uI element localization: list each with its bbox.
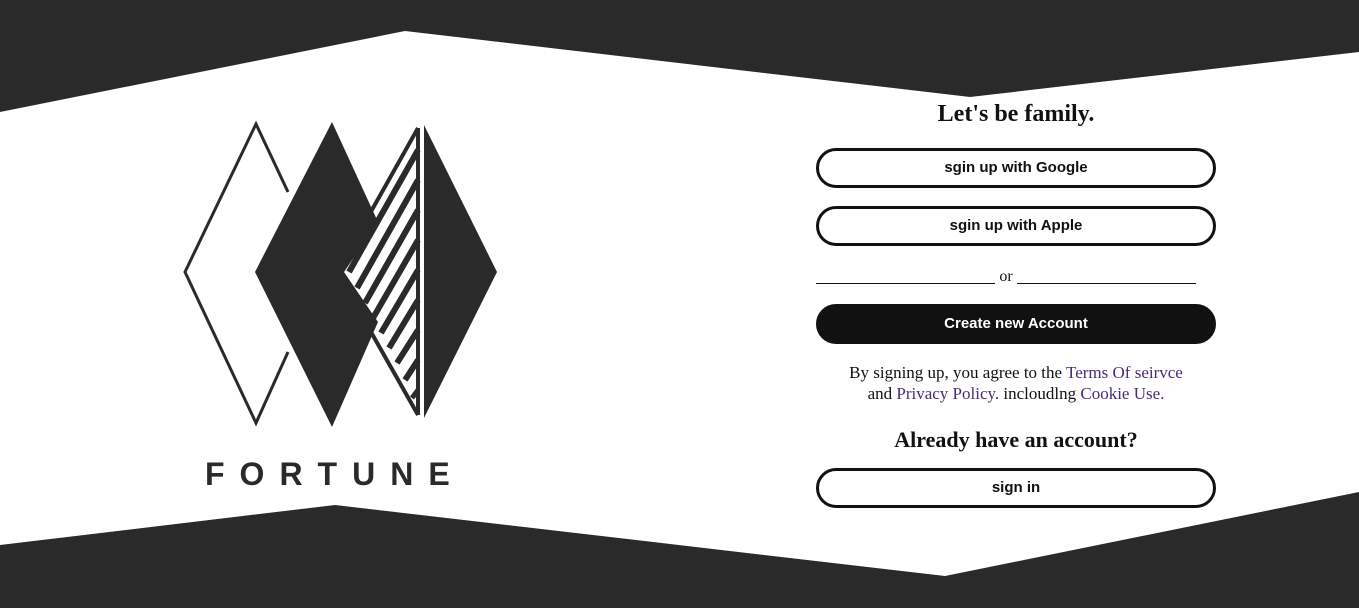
cookie-use-link[interactable]: Cookie Use.: [1080, 384, 1164, 403]
page: FORTUNE Let's be family. sgin up with Go…: [0, 0, 1359, 608]
divider-text: or: [999, 268, 1013, 285]
signin-headline: Already have an account?: [894, 427, 1138, 452]
background-bottom-band: [0, 492, 1359, 608]
signup-headline: Let's be family.: [937, 101, 1095, 127]
terms-of-service-link[interactable]: Terms Of seirvce: [1066, 363, 1183, 382]
create-account-button[interactable]: Create new Account: [816, 304, 1216, 344]
divider-line-right: [1016, 283, 1196, 284]
logo-half-diamond: [424, 125, 497, 418]
terms-prefix-text: By signing up, you agree to the: [849, 363, 1067, 382]
terms-middle2-text: incloudlng: [999, 384, 1081, 403]
signup-panel: Let's be family. sgin up with Google sgi…: [816, 96, 1216, 508]
google-signup-button[interactable]: sgin up with Google: [816, 148, 1216, 188]
sign-in-button[interactable]: sign in: [816, 468, 1216, 508]
privacy-policy-link[interactable]: Privacy Policy.: [896, 384, 999, 403]
divider-line-left: [816, 283, 996, 284]
fortune-logo-mark: [183, 120, 497, 427]
terms-middle-text: and: [867, 384, 897, 403]
terms-notice: By signing up, you agree to the Terms Of…: [816, 362, 1216, 404]
or-divider: or: [816, 246, 1196, 304]
brand-wordmark: FORTUNE: [205, 456, 465, 492]
apple-signup-button[interactable]: sgin up with Apple: [816, 206, 1216, 246]
